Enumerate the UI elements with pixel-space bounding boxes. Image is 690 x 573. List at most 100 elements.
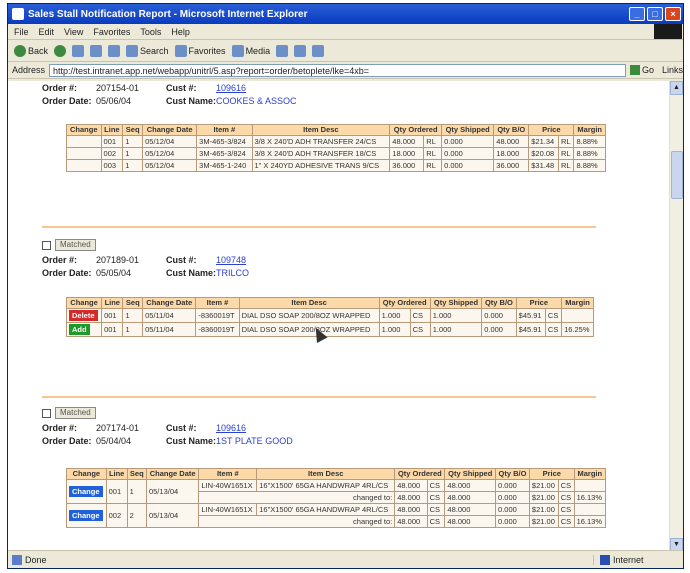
scroll-up-button[interactable]: ▲ — [670, 81, 683, 95]
print-icon — [312, 44, 325, 57]
col-change: Change — [65, 297, 103, 309]
mail-icon — [294, 44, 307, 57]
matched-checkbox[interactable] — [42, 240, 51, 250]
menu-favorites[interactable]: Favorites — [93, 27, 130, 37]
order-no-label: Order #: — [42, 82, 78, 93]
col-change: Change — [66, 124, 102, 136]
table-row: 003 1 05/12/04 3M-465-1-240 1" X 240YD ADHES… — [66, 159, 606, 172]
cust-no-label: Cust #: — [166, 82, 197, 93]
col-line: Line — [105, 468, 128, 480]
status-bar: Done Internet — [8, 550, 683, 568]
order-date-value: 05/05/04 — [96, 267, 132, 278]
col-seq: Seq — [126, 468, 147, 480]
table-row: 001 1 05/12/04 3M-465-3/824 3/8 X 240'D ADH … — [66, 135, 606, 148]
col-seq: Seq — [122, 124, 144, 136]
order-no-label: Order #: — [42, 254, 78, 265]
stop-icon — [72, 44, 85, 57]
close-button[interactable]: × — [665, 7, 681, 21]
order-header-2: Order #: 207189-01 Cust #: 109748 Order Dat… — [42, 253, 249, 279]
matched-button[interactable]: Matched — [55, 239, 96, 251]
matched-button[interactable]: Matched — [55, 407, 96, 419]
table-row: Change 002 2 05/13/04 LIN-40W1651X 16"X1500' … — [66, 503, 607, 528]
page-done-icon — [12, 554, 22, 565]
print-button[interactable] — [312, 44, 325, 57]
cust-no-link[interactable]: 109616 — [216, 423, 246, 433]
order-date-value: 05/04/04 — [96, 435, 132, 446]
col-price: Price — [515, 297, 563, 309]
history-button[interactable] — [276, 44, 289, 57]
cust-no-label: Cust #: — [166, 422, 197, 433]
col-change-date: Change Date — [145, 468, 200, 480]
change-badge[interactable]: Change — [69, 486, 103, 497]
table-row: Change 001 1 05/13/04 LIN-40W1651X 16"X1500' … — [66, 479, 607, 504]
maximize-button[interactable]: □ — [647, 7, 663, 21]
minimize-button[interactable]: _ — [629, 7, 645, 21]
internet-zone-icon — [600, 554, 610, 565]
table-row: Add 001 1 05/11/04 -8360019T DIAL DSO SOAP 20… — [65, 322, 594, 337]
vertical-scrollbar[interactable]: ▲ ▼ — [669, 81, 683, 552]
search-icon — [126, 44, 139, 57]
stop-button[interactable] — [72, 44, 85, 57]
menu-view[interactable]: View — [64, 27, 83, 37]
col-line: Line — [101, 297, 124, 309]
address-input[interactable]: http://test.intranet.app.net/webapp/unit… — [49, 63, 626, 77]
section-divider — [42, 396, 596, 398]
cust-name-label: Cust Name: — [166, 435, 217, 446]
order-header-3: Order #: 207174-01 Cust #: 109616 Order Dat… — [42, 421, 293, 447]
favorites-button[interactable]: Favorites — [174, 44, 226, 57]
page-content: Order #: 207154-01 Cust #: 109616 Order Dat… — [8, 81, 670, 552]
delete-badge[interactable]: Delete — [69, 310, 98, 321]
order-date-label: Order Date: — [42, 435, 92, 446]
menu-tools[interactable]: Tools — [140, 27, 161, 37]
matched-checkbox[interactable] — [42, 408, 51, 418]
mail-button[interactable] — [294, 44, 307, 57]
menu-help[interactable]: Help — [171, 27, 190, 37]
back-button[interactable]: Back — [14, 44, 48, 57]
order-no-value: 207189-01 — [96, 254, 140, 265]
cust-no-link[interactable]: 109748 — [216, 255, 246, 265]
col-qty-bo: Qty B/O — [495, 468, 530, 480]
cust-no-link[interactable]: 109616 — [216, 83, 246, 93]
windows-logo-icon — [654, 24, 682, 39]
title-bar: Sales Stall Notification Report - Micros… — [8, 4, 683, 24]
links-button[interactable]: Links — [662, 65, 683, 75]
add-badge[interactable]: Add — [69, 324, 90, 335]
table-row: Delete 001 1 05/11/04 -8360019T DIAL DSO SOAP… — [65, 308, 594, 323]
col-item: Item # — [198, 468, 258, 480]
forward-button[interactable] — [54, 44, 67, 57]
col-qty-ordered: Qty Ordered — [378, 297, 431, 309]
col-qty-bo: Qty B/O — [493, 124, 530, 136]
matched-control: Matched — [42, 239, 96, 251]
favorites-icon — [174, 44, 187, 57]
cust-no-label: Cust #: — [166, 254, 197, 265]
menu-edit[interactable]: Edit — [39, 27, 55, 37]
col-margin: Margin — [573, 468, 607, 480]
refresh-button[interactable] — [90, 44, 103, 57]
matched-control: Matched — [42, 407, 96, 419]
col-qty-bo: Qty B/O — [481, 297, 517, 309]
table-row: 002 1 05/12/04 3M-465-3/824 3/8 X 240'D ADH … — [66, 147, 606, 160]
col-qty-shipped: Qty Shipped — [429, 297, 483, 309]
ie-icon — [12, 8, 24, 20]
menu-file[interactable]: File — [14, 27, 29, 37]
col-margin: Margin — [561, 297, 594, 309]
order-date-label: Order Date: — [42, 95, 92, 106]
scroll-thumb[interactable] — [671, 151, 683, 199]
cust-name-value: COOKES & ASSOC — [216, 95, 297, 106]
toolbar: Back Search Favorites Media — [8, 40, 683, 62]
address-bar: Address http://test.intranet.app.net/web… — [8, 62, 683, 79]
col-qty-ordered: Qty Ordered — [394, 468, 446, 480]
order-header-1: Order #: 207154-01 Cust #: 109616 Order Dat… — [42, 81, 297, 107]
col-change-date: Change Date — [142, 124, 198, 136]
search-button[interactable]: Search — [126, 44, 169, 57]
home-button[interactable] — [108, 44, 121, 57]
go-button[interactable]: Go — [629, 64, 658, 77]
status-text: Done — [25, 554, 47, 565]
col-change: Change — [66, 468, 107, 480]
media-icon — [231, 44, 244, 57]
forward-arrow-icon — [54, 44, 67, 57]
order-no-value: 207154-01 — [96, 82, 140, 93]
media-button[interactable]: Media — [231, 44, 270, 57]
change-badge[interactable]: Change — [69, 510, 103, 521]
col-qty-shipped: Qty Shipped — [441, 124, 495, 136]
